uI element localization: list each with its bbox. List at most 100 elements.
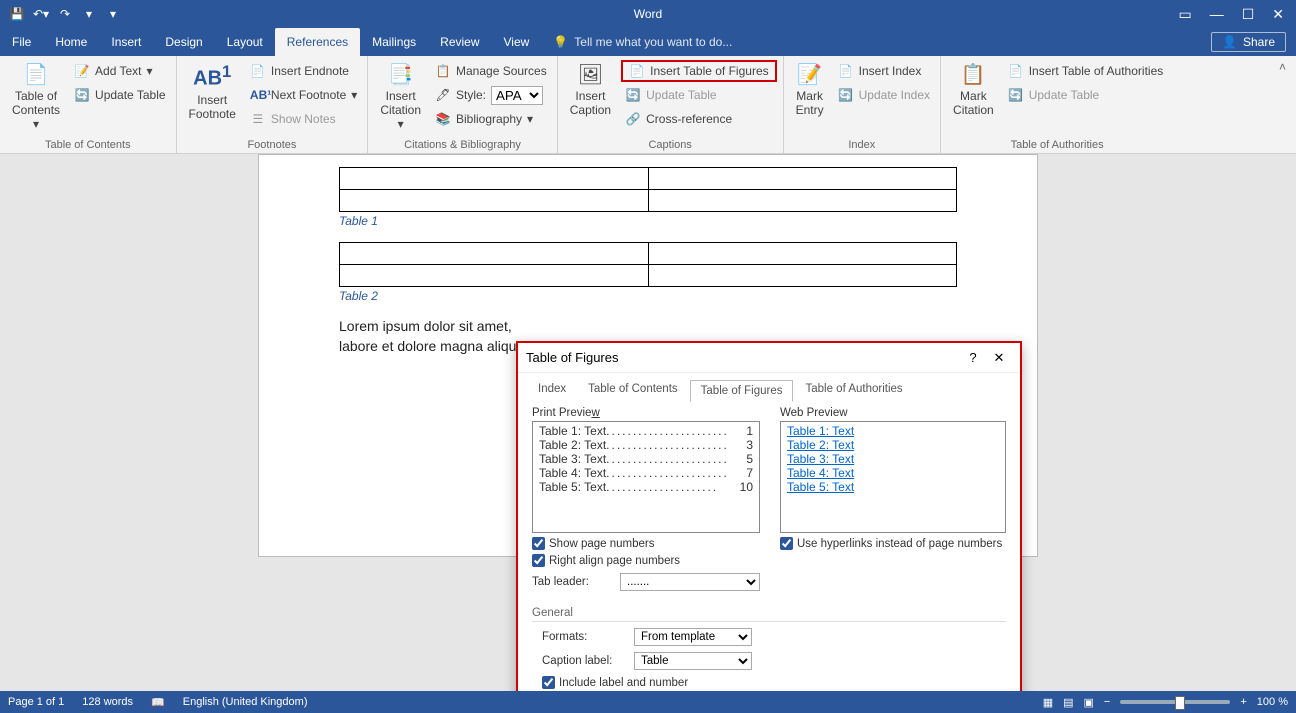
group-label-captions: Captions xyxy=(564,137,777,151)
update-toa-button: 🔄Update Table xyxy=(1004,84,1168,106)
tab-home[interactable]: Home xyxy=(43,28,99,56)
tab-review[interactable]: Review xyxy=(428,28,491,56)
tab-mailings[interactable]: Mailings xyxy=(360,28,428,56)
index-icon: 📄 xyxy=(838,64,854,78)
general-section-label: General xyxy=(532,607,1006,622)
cross-reference-button[interactable]: 🔗Cross-reference xyxy=(621,108,777,130)
insert-citation-button[interactable]: 📑 Insert Citation ▾ xyxy=(374,60,427,137)
group-label-citations: Citations & Bibliography xyxy=(374,137,550,151)
dialog-tab-tof[interactable]: Table of Figures xyxy=(690,380,794,402)
citation-style-select[interactable]: 🖊Style: APA xyxy=(431,84,551,106)
minimize-icon[interactable]: — xyxy=(1210,6,1224,23)
undo-icon[interactable]: ↶▾ xyxy=(32,5,50,23)
print-layout-icon[interactable]: ▤ xyxy=(1063,696,1073,709)
zoom-slider[interactable] xyxy=(1120,700,1230,704)
dialog-help-button[interactable]: ? xyxy=(960,350,986,365)
page-status[interactable]: Page 1 of 1 xyxy=(8,696,64,708)
chevron-down-icon: ▾ xyxy=(398,117,404,131)
insert-index-button[interactable]: 📄Insert Index xyxy=(834,60,934,82)
add-text-button[interactable]: 📝Add Text ▾ xyxy=(70,60,170,82)
bibliography-icon: 📚 xyxy=(435,112,451,126)
share-icon: 👤 xyxy=(1222,35,1237,49)
caption-label-select[interactable]: Table xyxy=(634,652,752,670)
print-preview-label: Print Preview xyxy=(532,407,760,419)
toc-icon: 📄 xyxy=(24,62,49,87)
table-2[interactable] xyxy=(339,242,957,287)
tab-view[interactable]: View xyxy=(492,28,542,56)
dialog-tab-toc[interactable]: Table of Contents xyxy=(578,379,688,401)
tab-layout[interactable]: Layout xyxy=(215,28,275,56)
web-preview-box[interactable]: Table 1: Text Table 2: Text Table 3: Tex… xyxy=(780,421,1006,533)
update-icon: 🔄 xyxy=(74,88,90,102)
zoom-out-button[interactable]: − xyxy=(1104,696,1110,708)
web-link[interactable]: Table 4: Text xyxy=(787,466,999,480)
table-of-figures-dialog: Table of Figures ? ✕ Index Table of Cont… xyxy=(516,341,1022,691)
add-text-icon: 📝 xyxy=(74,64,90,78)
style-dropdown[interactable]: APA xyxy=(491,86,543,105)
right-align-checkbox[interactable] xyxy=(532,554,545,567)
update-icon: 🔄 xyxy=(1008,88,1024,102)
style-icon: 🖊 xyxy=(435,88,451,102)
print-preview-box[interactable]: Table 1: Text.......................1 Ta… xyxy=(532,421,760,533)
close-icon[interactable]: ✕ xyxy=(1272,6,1284,23)
web-link[interactable]: Table 3: Text xyxy=(787,452,999,466)
web-layout-icon[interactable]: ▣ xyxy=(1084,696,1094,709)
web-link[interactable]: Table 2: Text xyxy=(787,438,999,452)
update-icon: 🔄 xyxy=(838,88,854,102)
word-count[interactable]: 128 words xyxy=(82,696,133,708)
web-link[interactable]: Table 5: Text xyxy=(787,480,999,494)
insert-toa-button[interactable]: 📄Insert Table of Authorities xyxy=(1004,60,1168,82)
qat-more-icon[interactable]: ▾ xyxy=(104,5,122,23)
manage-sources-button[interactable]: 📋Manage Sources xyxy=(431,60,551,82)
use-hyperlinks-checkbox[interactable] xyxy=(780,537,793,550)
formats-label: Formats: xyxy=(542,631,626,643)
citation-icon: 📑 xyxy=(388,62,413,87)
tab-leader-select[interactable]: ....... xyxy=(620,573,760,591)
zoom-in-button[interactable]: + xyxy=(1240,696,1246,708)
zoom-level[interactable]: 100 % xyxy=(1257,696,1288,708)
tab-design[interactable]: Design xyxy=(153,28,214,56)
language-status[interactable]: English (United Kingdom) xyxy=(183,696,308,708)
insert-table-of-figures-button[interactable]: 📄Insert Table of Figures xyxy=(621,60,777,82)
web-link[interactable]: Table 1: Text xyxy=(787,424,999,438)
insert-endnote-button[interactable]: 📄Insert Endnote xyxy=(246,60,361,82)
update-toc-button[interactable]: 🔄Update Table xyxy=(70,84,170,106)
maximize-icon[interactable]: ☐ xyxy=(1242,6,1255,23)
tell-me-search[interactable]: 💡 Tell me what you want to do... xyxy=(541,28,744,56)
ribbon-display-icon[interactable]: ▭ xyxy=(1178,6,1191,23)
mark-entry-icon: 📝 xyxy=(797,62,822,87)
next-footnote-button[interactable]: AB¹Next Footnote ▾ xyxy=(246,84,361,106)
read-mode-icon[interactable]: ▦ xyxy=(1043,696,1053,709)
update-icon: 🔄 xyxy=(625,88,641,102)
share-button[interactable]: 👤 Share xyxy=(1211,32,1286,52)
tab-file[interactable]: File xyxy=(0,28,43,56)
footnote-icon: AB1 xyxy=(193,62,231,91)
table-of-contents-button[interactable]: 📄 Table of Contents ▾ xyxy=(6,60,66,137)
mark-citation-icon: 📋 xyxy=(961,62,986,87)
insert-footnote-button[interactable]: AB1 Insert Footnote xyxy=(183,60,242,137)
table-1[interactable] xyxy=(339,167,957,212)
dialog-tab-toa[interactable]: Table of Authorities xyxy=(795,379,912,401)
collapse-ribbon-button[interactable]: ˄ xyxy=(1269,56,1296,153)
web-preview-label: Web Preview xyxy=(780,407,1006,419)
insert-caption-button[interactable]: 🖼 Insert Caption xyxy=(564,60,617,137)
dialog-tab-index[interactable]: Index xyxy=(528,379,576,401)
tab-references[interactable]: References xyxy=(275,28,360,56)
tab-insert[interactable]: Insert xyxy=(99,28,153,56)
bibliography-button[interactable]: 📚Bibliography ▾ xyxy=(431,108,551,130)
dialog-close-button[interactable]: ✕ xyxy=(986,350,1012,366)
include-label-checkbox[interactable] xyxy=(542,676,555,689)
save-icon[interactable]: 💾 xyxy=(8,5,26,23)
redo-icon[interactable]: ↷ xyxy=(56,5,74,23)
table-2-caption: Table 2 xyxy=(339,289,957,303)
caption-label-label: Caption label: xyxy=(542,655,626,667)
mark-entry-button[interactable]: 📝 Mark Entry xyxy=(790,60,830,137)
manage-sources-icon: 📋 xyxy=(435,64,451,78)
proofing-icon[interactable]: 📖 xyxy=(151,696,165,709)
app-title: Word xyxy=(634,7,662,21)
mark-citation-button[interactable]: 📋 Mark Citation xyxy=(947,60,1000,137)
qat-custom-icon[interactable]: ▾ xyxy=(80,5,98,23)
show-page-numbers-checkbox[interactable] xyxy=(532,537,545,550)
next-footnote-icon: AB¹ xyxy=(250,88,266,102)
formats-select[interactable]: From template xyxy=(634,628,752,646)
